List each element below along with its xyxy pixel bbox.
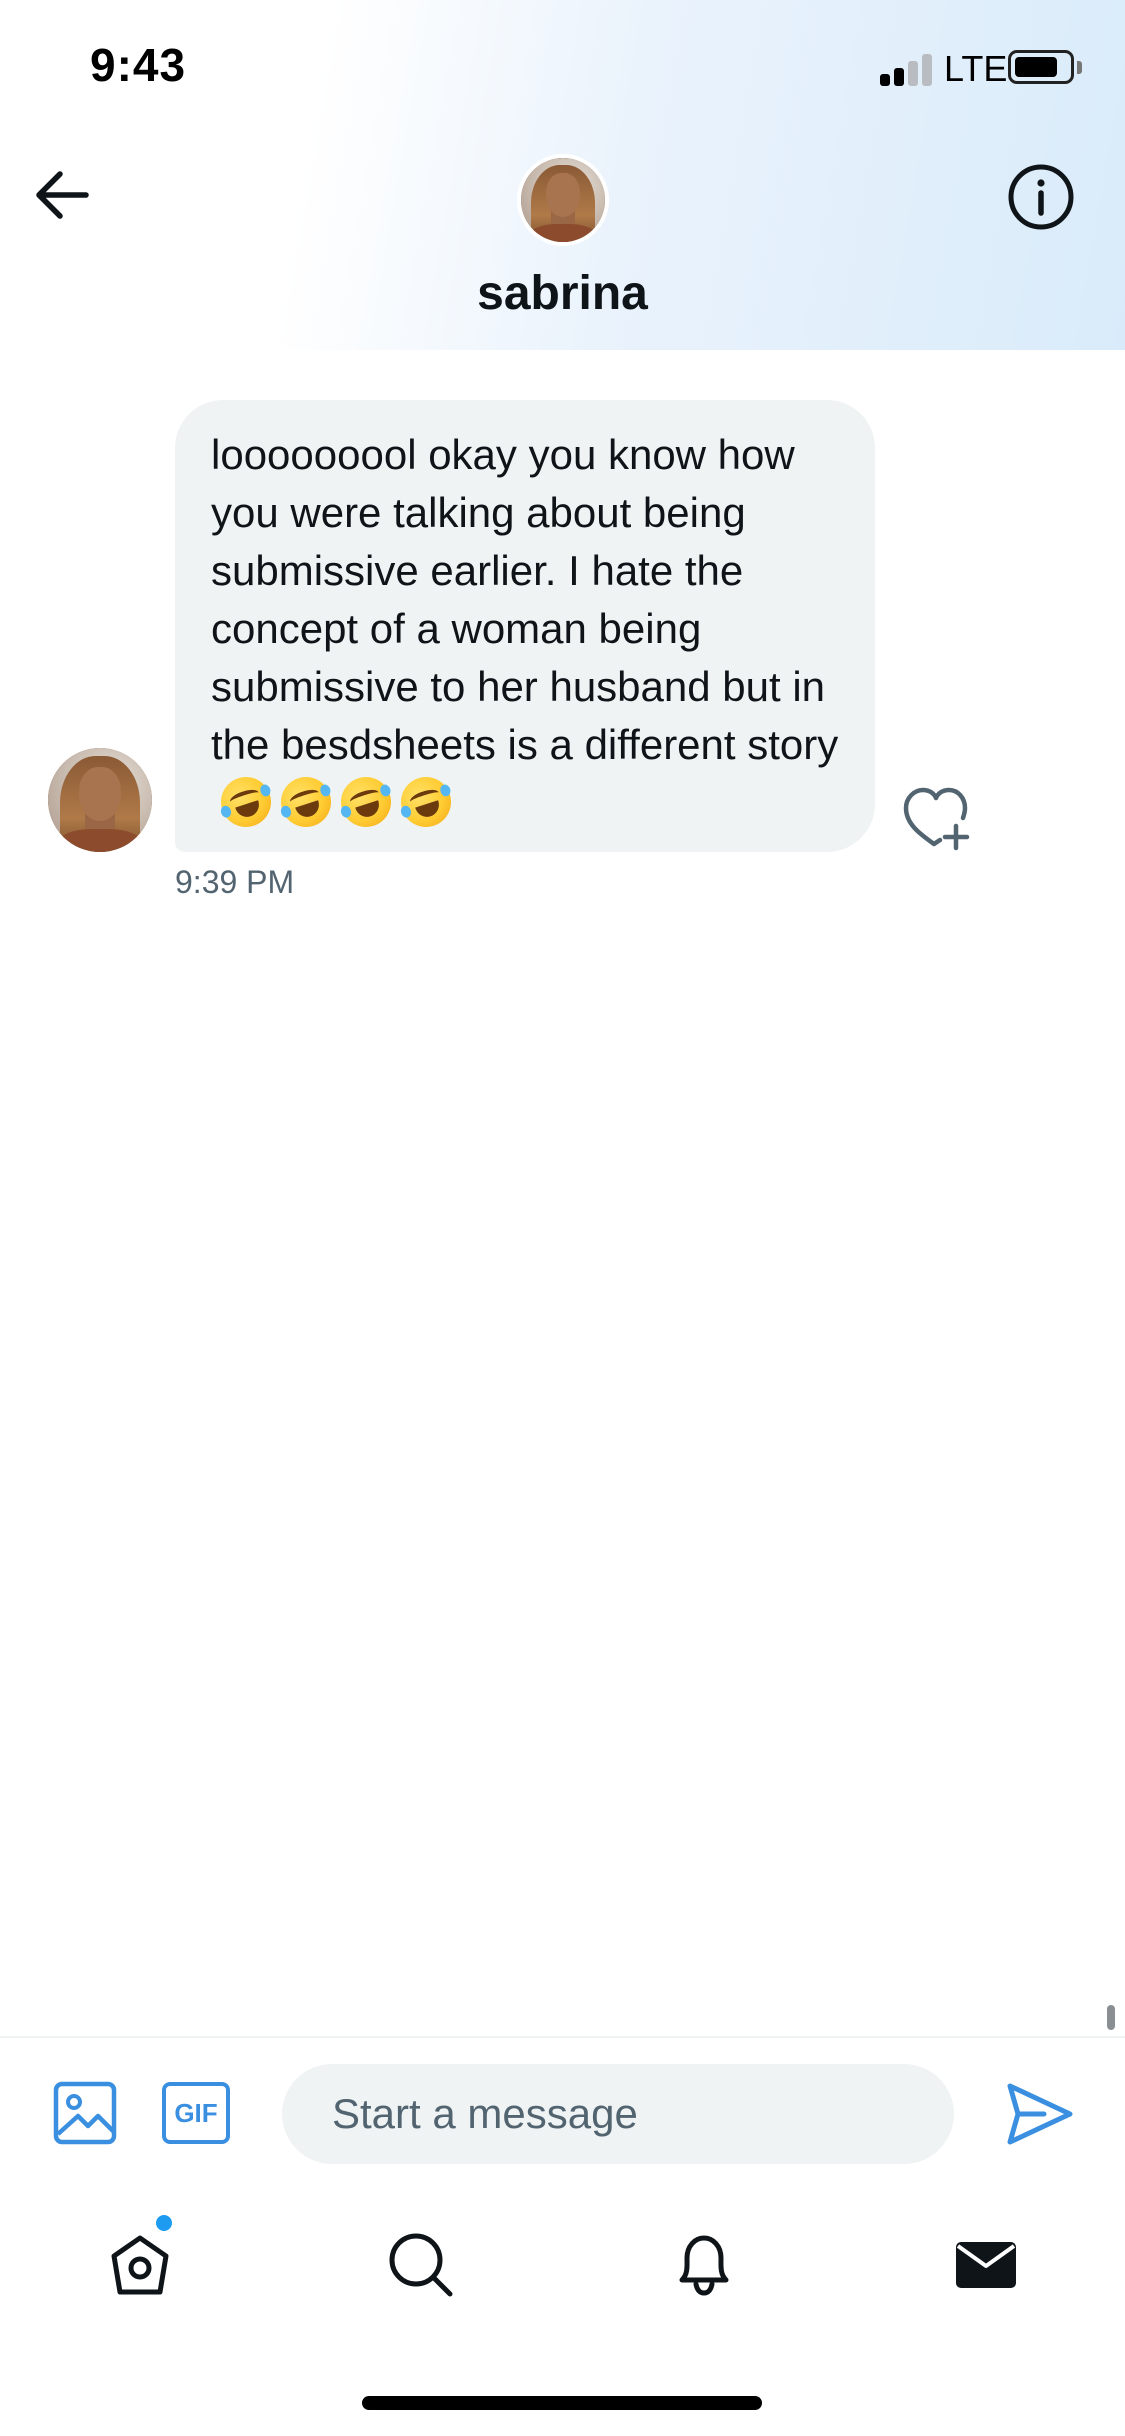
emoji-group	[211, 770, 458, 834]
send-button[interactable]	[1004, 2080, 1076, 2148]
message-timestamp: 9:39 PM	[175, 864, 295, 900]
rolling-laughing-emoji-icon	[274, 770, 338, 834]
back-button[interactable]	[28, 160, 98, 230]
bell-icon	[679, 2235, 729, 2296]
search-icon	[389, 2233, 453, 2297]
image-icon	[53, 2081, 117, 2145]
contact-name[interactable]: sabrina	[0, 266, 1125, 321]
contact-avatar[interactable]	[517, 154, 609, 246]
tab-messages[interactable]	[950, 2228, 1022, 2300]
message-bubble[interactable]: looooooool okay you know how you were ta…	[175, 400, 875, 852]
arrow-left-icon	[36, 171, 89, 219]
mail-icon	[956, 2242, 1016, 2288]
status-time: 9:43	[90, 39, 187, 91]
composer-divider	[0, 2036, 1125, 2038]
tab-home[interactable]	[104, 2228, 176, 2300]
dm-conversation-screen: 9:43 LTE sabrina looooooool okay you kno…	[0, 0, 1125, 2436]
rolling-laughing-emoji-icon	[214, 770, 278, 834]
send-icon	[1007, 2083, 1073, 2145]
gif-button[interactable]: GIF	[162, 2082, 230, 2144]
add-image-button[interactable]	[52, 2080, 118, 2146]
battery-icon	[1008, 50, 1074, 84]
react-button[interactable]	[900, 782, 972, 854]
cellular-signal-icon	[880, 52, 936, 86]
home-notification-badge	[156, 2215, 172, 2231]
message-input[interactable]	[282, 2064, 954, 2164]
message-body: looooooool okay you know how you were ta…	[211, 431, 839, 768]
battery-cap	[1077, 61, 1082, 74]
network-type: LTE	[944, 48, 1008, 89]
tab-search[interactable]	[384, 2228, 456, 2300]
rolling-laughing-emoji-icon	[334, 770, 398, 834]
conversation-info-button[interactable]	[1004, 160, 1078, 234]
info-circle-icon	[1008, 164, 1074, 230]
message-text: looooooool okay you know how you were ta…	[211, 426, 841, 834]
scrollbar-thumb[interactable]	[1107, 2005, 1115, 2030]
sender-avatar[interactable]	[48, 748, 152, 852]
rolling-laughing-emoji-icon	[394, 770, 458, 834]
home-indicator[interactable]	[362, 2396, 762, 2410]
heart-plus-icon	[903, 787, 970, 851]
home-icon	[111, 2235, 169, 2295]
tab-notifications[interactable]	[668, 2228, 740, 2300]
